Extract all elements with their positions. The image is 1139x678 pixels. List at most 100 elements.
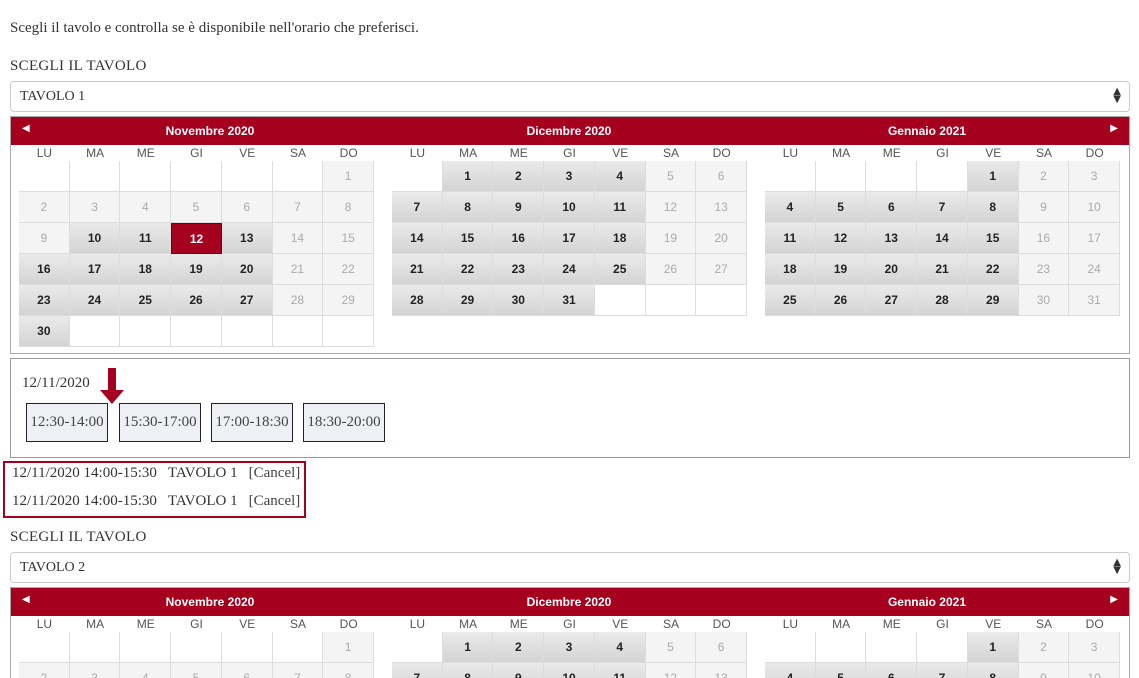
table-select[interactable]: TAVOLO 1 ▲ ▼ [10,81,1130,112]
day-cell[interactable]: 20 [866,254,918,285]
day-cell[interactable]: 27 [221,285,273,316]
day-cell[interactable]: 14 [917,223,968,254]
day-cell[interactable]: 28 [392,285,443,316]
day-cell[interactable]: 22 [442,254,494,285]
day-cell[interactable]: 9 [493,663,545,678]
day-cell[interactable]: 13 [866,223,918,254]
empty-day-cell [765,161,816,192]
day-cell[interactable]: 24 [544,254,595,285]
day-cell[interactable]: 30 [19,316,70,347]
table-select[interactable]: TAVOLO 2 ▲ ▼ [10,552,1130,583]
day-cell[interactable]: 1 [442,161,494,192]
weekday-label: MA [86,146,105,160]
day-cell[interactable]: 13 [221,223,273,254]
day-cell[interactable]: 6 [866,663,918,678]
day-cell[interactable]: 11 [120,223,172,254]
day-cell[interactable]: 7 [392,663,443,678]
day-cell[interactable]: 7 [917,192,968,223]
day-cell[interactable]: 19 [171,254,222,285]
day-cell[interactable]: 5 [815,192,867,223]
day-cell: 2 [1018,161,1070,192]
day-cell[interactable]: 10 [544,663,595,678]
day-cell[interactable]: 17 [544,223,595,254]
empty-day-cell [171,161,222,192]
day-cell[interactable]: 29 [442,285,494,316]
day-cell[interactable]: 16 [493,223,545,254]
day-cell[interactable]: 11 [594,663,646,678]
day-cell[interactable]: 27 [866,285,918,316]
cancel-link[interactable]: [Cancel] [249,493,301,509]
day-cell[interactable]: 10 [69,223,121,254]
day-cell[interactable]: 6 [866,192,918,223]
day-cell[interactable]: 8 [442,192,494,223]
time-slot-button[interactable]: 17:00-18:30 [211,403,293,442]
time-slot-button[interactable]: 12:30-14:00 [26,403,108,442]
time-slot-button[interactable]: 18:30-20:00 [303,403,385,442]
day-cell[interactable]: 8 [967,192,1019,223]
selected-day-cell[interactable]: 12 [171,223,222,254]
weekday-label: GI [936,146,949,160]
next-month-icon[interactable]: ▶ [1110,123,1118,134]
day-cell[interactable]: 11 [594,192,646,223]
empty-day-cell [392,632,443,663]
day-cell[interactable]: 21 [392,254,443,285]
day-cell[interactable]: 16 [19,254,70,285]
day-cell[interactable]: 7 [392,192,443,223]
day-cell[interactable]: 11 [765,223,816,254]
day-cell[interactable]: 1 [967,632,1019,663]
day-cell[interactable]: 31 [544,285,595,316]
day-cell[interactable]: 25 [120,285,172,316]
day-cell[interactable]: 2 [493,161,545,192]
day-cell[interactable]: 18 [120,254,172,285]
next-month-icon[interactable]: ▶ [1110,594,1118,605]
day-cell[interactable]: 4 [765,192,816,223]
month-panel: LU MA ME GI VE SA DO 1 2 3 4 5 6 7 8 [19,616,374,678]
day-cell[interactable]: 10 [544,192,595,223]
time-slot-button[interactable]: 15:30-17:00 [119,403,201,442]
empty-day-cell [917,632,968,663]
day-cell[interactable]: 22 [967,254,1019,285]
day-cell[interactable]: 23 [19,285,70,316]
day-cell[interactable]: 25 [765,285,816,316]
day-cell[interactable]: 8 [967,663,1019,678]
day-cell[interactable]: 29 [967,285,1019,316]
day-cell[interactable]: 4 [594,161,646,192]
prev-month-icon[interactable]: ◀ [22,123,30,134]
day-cell: 9 [1018,663,1070,678]
empty-day-cell [120,316,172,347]
day-cell[interactable]: 25 [594,254,646,285]
day-cell[interactable]: 3 [544,632,595,663]
day-cell[interactable]: 12 [815,223,867,254]
day-cell[interactable]: 20 [221,254,273,285]
day-cell[interactable]: 30 [493,285,545,316]
day-cell[interactable]: 28 [917,285,968,316]
day-cell[interactable]: 8 [442,663,494,678]
day-cell[interactable]: 7 [917,663,968,678]
day-cell[interactable]: 3 [544,161,595,192]
day-cell[interactable]: 1 [967,161,1019,192]
day-cell[interactable]: 26 [815,285,867,316]
booking-item: 12/11/2020 14:00-15:30 TAVOLO 1 [Cancel] [12,493,300,510]
day-cell[interactable]: 18 [594,223,646,254]
month-panel: LU MA ME GI VE SA DO 1 2 3 4 5 6 7 8 9 10 11 12 13 14 15 16 17 1… [19,145,374,347]
day-cell[interactable]: 15 [442,223,494,254]
empty-day-cell [69,161,121,192]
day-cell[interactable]: 24 [69,285,121,316]
empty-day-cell [272,316,324,347]
day-cell[interactable]: 15 [967,223,1019,254]
day-cell[interactable]: 14 [392,223,443,254]
day-cell[interactable]: 4 [765,663,816,678]
day-cell[interactable]: 17 [69,254,121,285]
day-cell[interactable]: 18 [765,254,816,285]
day-cell[interactable]: 26 [171,285,222,316]
day-cell[interactable]: 4 [594,632,646,663]
day-cell[interactable]: 9 [493,192,545,223]
cancel-link[interactable]: [Cancel] [249,465,301,481]
day-cell[interactable]: 21 [917,254,968,285]
day-cell[interactable]: 2 [493,632,545,663]
day-cell[interactable]: 19 [815,254,867,285]
day-cell[interactable]: 5 [815,663,867,678]
prev-month-icon[interactable]: ◀ [22,594,30,605]
day-cell[interactable]: 1 [442,632,494,663]
day-cell[interactable]: 23 [493,254,545,285]
